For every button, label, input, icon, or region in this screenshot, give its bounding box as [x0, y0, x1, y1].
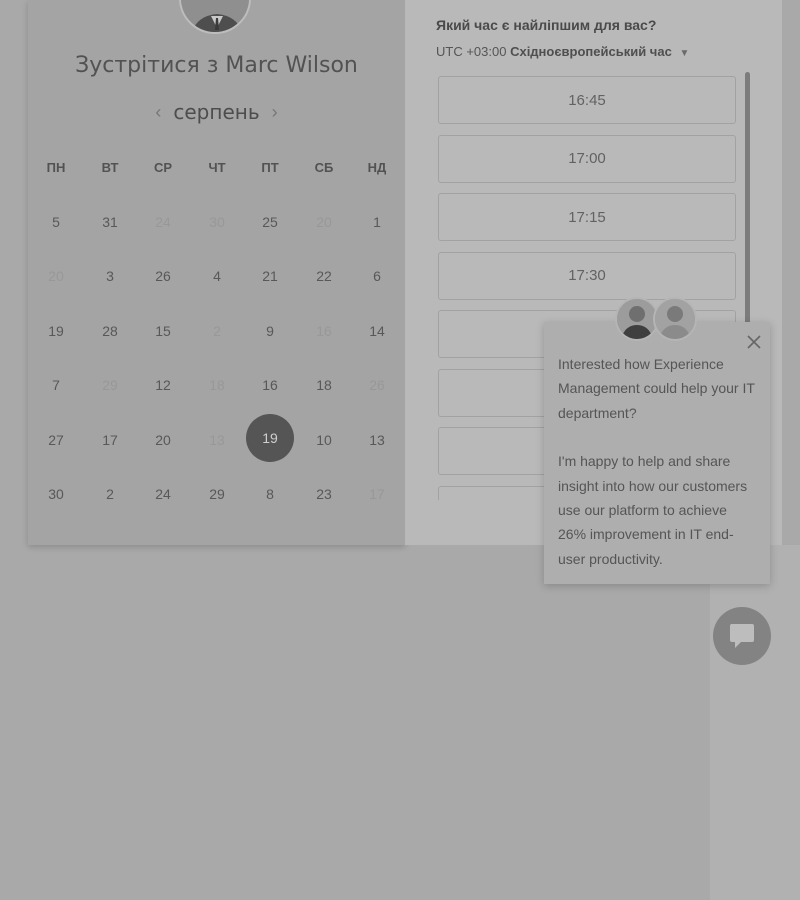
close-icon[interactable] — [744, 332, 764, 352]
day-cell[interactable]: 15 — [139, 307, 187, 355]
day-cell[interactable]: 13 — [353, 416, 401, 464]
day-cell: 18 — [209, 377, 225, 393]
day-cell: 26 — [369, 377, 385, 393]
day-cell[interactable]: 29 — [193, 470, 241, 518]
day-cell: 16 — [316, 323, 332, 339]
day-cell[interactable]: 9 — [246, 307, 294, 355]
time-slot-button[interactable]: 17:30 — [438, 251, 736, 300]
day-cell: 30 — [209, 214, 225, 230]
day-cell[interactable]: 16 — [246, 361, 294, 409]
day-cell[interactable]: 12 — [139, 361, 187, 409]
day-cell[interactable]: 6 — [353, 252, 401, 300]
day-cell: 24 — [155, 214, 171, 230]
calendar-grid: 5 31 24 30 25 20 1 20 3 26 4 21 22 6 19 28 15 2 9 16 14 7 29 12… — [28, 0, 405, 545]
day-cell[interactable]: 19 — [32, 307, 80, 355]
day-cell[interactable]: 10 — [300, 416, 348, 464]
agent-avatar — [653, 297, 697, 341]
chat-popup: Interested how Experience Management cou… — [544, 322, 770, 584]
chat-launcher-button[interactable] — [713, 607, 771, 665]
day-cell[interactable]: 26 — [139, 252, 187, 300]
day-cell[interactable]: 2 — [86, 470, 134, 518]
slots-scrollbar[interactable] — [745, 72, 750, 342]
day-cell[interactable]: 1 — [353, 198, 401, 246]
day-selected[interactable]: 19 — [246, 414, 294, 462]
day-cell[interactable]: 21 — [246, 252, 294, 300]
time-slot-button[interactable]: 17:00 — [438, 134, 736, 183]
day-cell: 17 — [369, 486, 385, 502]
day-cell[interactable]: 28 — [86, 307, 134, 355]
chat-agents — [615, 297, 699, 349]
chat-message: Interested how Experience Management cou… — [558, 352, 758, 571]
day-cell: 20 — [316, 214, 332, 230]
day-cell[interactable]: 22 — [300, 252, 348, 300]
day-cell[interactable]: 5 — [32, 198, 80, 246]
day-cell[interactable]: 25 — [246, 198, 294, 246]
day-cell[interactable]: 3 — [86, 252, 134, 300]
time-slot-button[interactable]: 16:45 — [438, 76, 736, 124]
chat-bubble-icon — [730, 624, 754, 648]
day-cell: 29 — [102, 377, 118, 393]
timezone-selector[interactable]: UTC +03:00 Східноєвропейський час ▼ — [436, 44, 689, 59]
day-cell[interactable]: 30 — [32, 470, 80, 518]
chat-message-line-1: Interested how Experience Management cou… — [558, 356, 755, 421]
day-cell: 2 — [213, 323, 221, 339]
timezone-offset: UTC +03:00 — [436, 44, 507, 59]
day-cell: 20 — [48, 268, 64, 284]
timezone-name: Східноєвропейський час — [510, 44, 672, 59]
day-cell[interactable]: 4 — [193, 252, 241, 300]
chat-message-line-2: I'm happy to help and share insight into… — [558, 453, 748, 567]
day-cell[interactable]: 24 — [139, 470, 187, 518]
day-cell[interactable]: 20 — [139, 416, 187, 464]
day-cell[interactable]: 27 — [32, 416, 80, 464]
day-cell[interactable]: 8 — [246, 470, 294, 518]
day-cell[interactable]: 18 — [300, 361, 348, 409]
time-slot-button[interactable]: 17:15 — [438, 193, 736, 241]
day-cell: 13 — [209, 432, 225, 448]
background-strip — [710, 545, 800, 900]
time-question: Який час є найліпшим для вас? — [436, 17, 657, 33]
day-cell[interactable]: 14 — [353, 307, 401, 355]
day-cell[interactable]: 31 — [86, 198, 134, 246]
calendar-panel: Зустрітися з Marc Wilson ‹ серпень › ПН В… — [28, 0, 405, 545]
day-cell[interactable]: 23 — [300, 470, 348, 518]
day-cell[interactable]: 7 — [32, 361, 80, 409]
day-cell[interactable]: 17 — [86, 416, 134, 464]
caret-down-icon: ▼ — [679, 48, 690, 59]
